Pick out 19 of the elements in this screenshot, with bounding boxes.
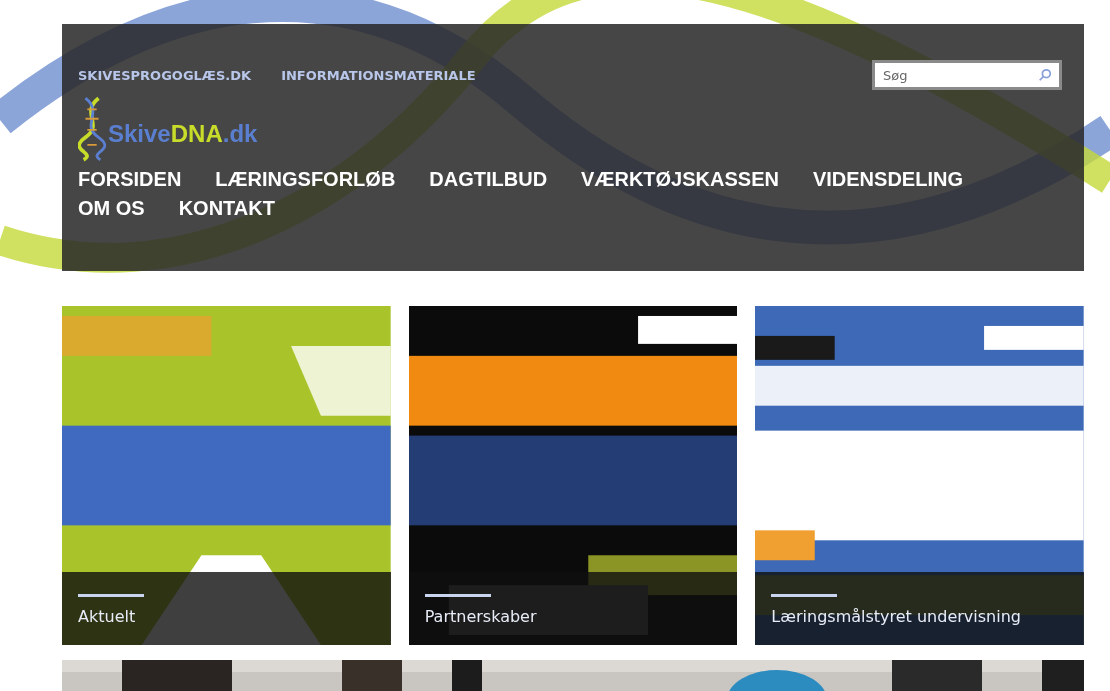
nav-link[interactable]: OM OS: [78, 197, 145, 220]
nav-link[interactable]: FORSIDEN: [78, 168, 182, 191]
nav-link[interactable]: LÆRINGSFORLØB: [215, 168, 396, 191]
tile-caption[interactable]: Læringsmålstyret undervisning: [771, 607, 1021, 626]
top-link[interactable]: SKIVESPROGOGLÆS.DK: [78, 67, 252, 83]
tile-caption[interactable]: Aktuelt: [78, 607, 136, 626]
tile-card[interactable]: Partnerskaber: [408, 306, 738, 645]
search-field[interactable]: Søg: [872, 60, 1062, 90]
nav-link[interactable]: DAGTILBUD: [429, 168, 548, 191]
nav-link[interactable]: KONTAKT: [178, 197, 275, 220]
top-link[interactable]: INFORMATIONSMATERIALE: [281, 67, 476, 83]
dna-helix-icon: [78, 96, 106, 162]
search-icon[interactable]: [1038, 68, 1052, 82]
nav-link[interactable]: VIDENSDELING: [812, 168, 963, 191]
tile-caption[interactable]: Partnerskaber: [424, 607, 537, 626]
nav-link[interactable]: VÆRKTØJSKASSEN: [581, 168, 779, 191]
tile-card[interactable]: Læringsmålstyret undervisning: [755, 306, 1084, 645]
tile-card[interactable]: Aktuelt: [62, 306, 391, 645]
logo-text[interactable]: SkiveDNA.dk: [108, 120, 258, 148]
